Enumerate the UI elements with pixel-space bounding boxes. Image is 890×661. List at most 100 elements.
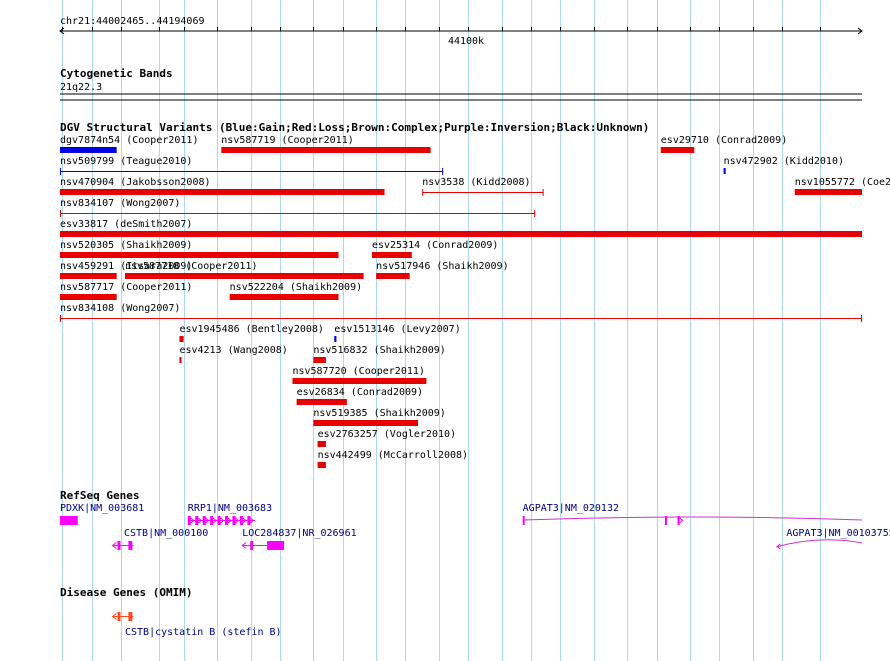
- refseq-exon[interactable]: [210, 516, 214, 525]
- dgv-variant-label[interactable]: nsv834108 (Wong2007): [60, 303, 180, 314]
- omim-gene-glyph[interactable]: [111, 612, 134, 621]
- dgv-variant[interactable]: nsv470904 (Jakobsson2008): [60, 177, 385, 195]
- refseq-gene[interactable]: CSTB|NM_000100: [111, 528, 208, 550]
- refseq-exon[interactable]: [247, 516, 251, 525]
- refseq-exon[interactable]: [117, 541, 121, 550]
- dgv-variant-label[interactable]: nsv517946 (Shaikh2009): [376, 261, 508, 272]
- refseq-gene[interactable]: AGPAT3|NM_001037553: [776, 528, 890, 550]
- dgv-variant[interactable]: esv4213 (Wang2008): [179, 345, 288, 363]
- dgv-variant[interactable]: esv25314 (Conrad2009): [371, 240, 498, 258]
- refseq-exon[interactable]: [195, 516, 199, 525]
- dgv-title[interactable]: DGV Structural Variants (Blue:Gain;Red:L…: [60, 121, 649, 134]
- dgv-variant-label[interactable]: nsv3538 (Kidd2008): [422, 177, 530, 188]
- dgv-variant-bar[interactable]: [313, 357, 326, 363]
- dgv-variant-label[interactable]: nsv470904 (Jakobsson2008): [60, 177, 211, 188]
- dgv-variant-label[interactable]: esv33817 (deSmith2007): [60, 219, 192, 230]
- dgv-variant[interactable]: esv1513146 (Levy2007): [334, 324, 461, 342]
- refseq-gene[interactable]: PDXK|NM_003681: [60, 503, 144, 525]
- dgv-variant[interactable]: esv26834 (Conrad2009): [296, 387, 423, 405]
- refseq-gene[interactable]: RRP1|NM_003683: [187, 503, 272, 525]
- refseq-exon[interactable]: [202, 516, 206, 525]
- dgv-variant-label[interactable]: nsv834107 (Wong2007): [60, 198, 180, 209]
- dgv-variant-bar[interactable]: [317, 441, 326, 447]
- omim-exon[interactable]: [128, 612, 133, 621]
- dgv-variant-bar[interactable]: [60, 147, 117, 153]
- refseq-exon[interactable]: [232, 516, 236, 525]
- dgv-variant[interactable]: nsv519385 (Shaikh2009): [313, 408, 446, 426]
- dgv-variant-label[interactable]: nsv516832 (Shaikh2009): [313, 345, 445, 356]
- refseq-exon[interactable]: [225, 516, 229, 525]
- dgv-variant-bar[interactable]: [660, 147, 695, 153]
- dgv-variant[interactable]: dgv7874n54 (Cooper2011): [60, 135, 198, 153]
- refseq-gene[interactable]: LOC284837|NR_026961: [241, 528, 357, 550]
- refseq-gene-label[interactable]: PDXK|NM_003681: [60, 503, 144, 514]
- dgv-variant-bar[interactable]: [179, 357, 182, 363]
- dgv-variant-bar[interactable]: [317, 462, 326, 468]
- dgv-variant[interactable]: esv2763257 (Vogler2010): [317, 429, 456, 447]
- refseq-exon[interactable]: [217, 516, 221, 525]
- dgv-variant[interactable]: esv29710 (Conrad2009): [660, 135, 787, 153]
- dgv-variant-label[interactable]: nsv472902 (Kidd2010): [724, 156, 844, 167]
- dgv-variant-bar[interactable]: [313, 420, 419, 426]
- dgv-variant-bar[interactable]: [60, 294, 117, 300]
- refseq-title[interactable]: RefSeq Genes: [60, 489, 139, 502]
- dgv-variant-bar[interactable]: [60, 189, 385, 195]
- refseq-exon[interactable]: [187, 516, 191, 525]
- dgv-variant-label[interactable]: nsv442499 (McCarroll2008): [318, 450, 469, 461]
- refseq-exon[interactable]: [60, 516, 78, 525]
- dgv-variant-label[interactable]: nsv520305 (Shaikh2009): [60, 240, 192, 251]
- refseq-gene-label[interactable]: RRP1|NM_003683: [188, 503, 272, 514]
- dgv-variant[interactable]: nsv517946 (Shaikh2009): [376, 261, 509, 279]
- refseq-exon[interactable]: [250, 541, 254, 550]
- dgv-variant[interactable]: nsv834107 (Wong2007): [60, 198, 536, 217]
- refseq-exon[interactable]: [522, 516, 525, 525]
- refseq-exon[interactable]: [664, 516, 667, 525]
- dgv-variant-bar[interactable]: [179, 336, 184, 342]
- dgv-variant-label[interactable]: nsv1055772 (Coe2014): [795, 177, 890, 188]
- dgv-variant-label[interactable]: nsv587719 (Cooper2011): [221, 135, 353, 146]
- dgv-variant-bar[interactable]: [723, 168, 726, 174]
- dgv-variant[interactable]: nsv834108 (Wong2007): [60, 303, 862, 322]
- dgv-variant-bar[interactable]: [229, 294, 339, 300]
- dgv-variant-label[interactable]: esv1513146 (Levy2007): [334, 324, 460, 335]
- refseq-exon[interactable]: [128, 541, 133, 550]
- dgv-variant-bar[interactable]: [794, 189, 862, 195]
- dgv-variant-bar[interactable]: [125, 273, 364, 279]
- omim-exon[interactable]: [117, 612, 121, 621]
- dgv-variant-label[interactable]: nsv522204 (Shaikh2009): [230, 282, 362, 293]
- dgv-variant-bar[interactable]: [292, 378, 427, 384]
- dgv-variant-bar[interactable]: [334, 336, 337, 342]
- dgv-variant[interactable]: nsv1055772 (Coe2014): [794, 177, 890, 195]
- dgv-variant-label[interactable]: esv1945486 (Bentley2008): [179, 324, 324, 335]
- dgv-variant-label[interactable]: nsv587720 (Cooper2011): [292, 366, 424, 377]
- dgv-variant-label[interactable]: nsv519385 (Shaikh2009): [313, 408, 445, 419]
- dgv-variant-label[interactable]: dgv7874n54 (Cooper2011): [60, 135, 198, 146]
- dgv-variant[interactable]: nsv472902 (Kidd2010): [723, 156, 844, 174]
- refseq-exon[interactable]: [239, 516, 243, 525]
- dgv-variant-label[interactable]: nsv509799 (Teague2010): [60, 156, 192, 167]
- dgv-variant-label[interactable]: esv4213 (Wang2008): [179, 345, 287, 356]
- refseq-gene-label[interactable]: LOC284837|NR_026961: [242, 528, 356, 539]
- refseq-gene[interactable]: AGPAT3|NM_020132: [522, 503, 863, 525]
- dgv-variant[interactable]: nsv516832 (Shaikh2009): [313, 345, 446, 363]
- dgv-variant-bar[interactable]: [60, 252, 339, 258]
- dgv-variant-label[interactable]: esv25314 (Conrad2009): [372, 240, 498, 251]
- dgv-variant-bar[interactable]: [60, 273, 117, 279]
- refseq-gene-label[interactable]: AGPAT3|NM_001037553: [786, 528, 890, 539]
- cytoband-title[interactable]: Cytogenetic Bands: [60, 67, 173, 80]
- dgv-variant-label[interactable]: esv29710 (Conrad2009): [661, 135, 787, 146]
- refseq-gene-label[interactable]: CSTB|NM_000100: [124, 528, 208, 539]
- dgv-variant-label[interactable]: nsv587717 (Cooper2011): [60, 282, 192, 293]
- dgv-variant-bar[interactable]: [60, 231, 862, 237]
- dgv-variant[interactable]: nsv587719 (Cooper2011): [221, 135, 431, 153]
- dgv-variant-label[interactable]: nsv587718 (Cooper2011): [125, 261, 257, 272]
- refseq-gene-label[interactable]: AGPAT3|NM_020132: [523, 503, 619, 514]
- dgv-variant[interactable]: esv33817 (deSmith2007): [60, 219, 862, 237]
- dgv-variant-bar[interactable]: [371, 252, 412, 258]
- dgv-variant-bar[interactable]: [376, 273, 410, 279]
- dgv-variant-bar[interactable]: [296, 399, 347, 405]
- dgv-variant-label[interactable]: esv26834 (Conrad2009): [297, 387, 423, 398]
- dgv-variant[interactable]: nsv587717 (Cooper2011): [60, 282, 192, 300]
- omim-title[interactable]: Disease Genes (OMIM): [60, 586, 192, 599]
- dgv-variant[interactable]: nsv520305 (Shaikh2009): [60, 240, 339, 258]
